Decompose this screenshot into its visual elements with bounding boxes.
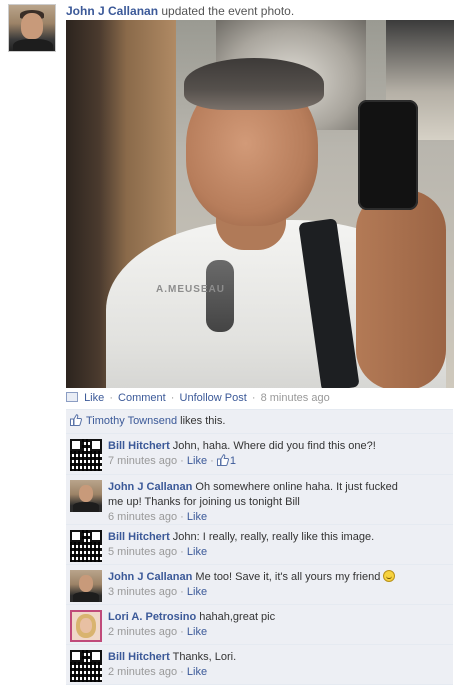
comment-body: John, haha. Where did you find this one?… [172, 440, 376, 452]
comment-body: Oh somewhere online haha. It just fucked [195, 481, 398, 493]
comment-meta: 6 minutes ago · Like [108, 511, 208, 523]
feedback-box: Timothy Townsend likes this. Bill Hitche… [66, 409, 453, 685]
story-headline: John J Callanan updated the event photo. [66, 4, 294, 18]
comment-author-link[interactable]: John J Callanan [108, 481, 192, 493]
commenter-avatar[interactable] [70, 439, 102, 471]
photo-icon [66, 392, 78, 402]
comment-time[interactable]: 2 minutes ago [108, 666, 177, 678]
thumbs-up-icon [70, 414, 82, 426]
comment-body: Thanks, Lori. [172, 651, 237, 663]
comment-time[interactable]: 3 minutes ago [108, 586, 177, 598]
commenter-avatar[interactable] [70, 530, 102, 562]
story-action-text: updated the event photo. [161, 4, 295, 18]
comment-item: Lori A. Petrosino hahah,great pic 2 minu… [66, 605, 453, 645]
story-avatar[interactable] [8, 4, 56, 52]
comment-body-continued: me up! Thanks for joining us tonight Bil… [108, 496, 300, 508]
photo-sunglasses [206, 260, 234, 332]
comment-like-link[interactable]: Like [187, 455, 207, 467]
commenter-avatar[interactable] [70, 650, 102, 682]
comment-body: Me too! Save it, it's all yours my frien… [195, 571, 381, 583]
comment-meta: 2 minutes ago · Like [108, 666, 208, 678]
comment-time[interactable]: 6 minutes ago [108, 511, 177, 523]
comment-time[interactable]: 7 minutes ago [108, 455, 177, 467]
like-link[interactable]: Like [84, 392, 104, 404]
comment-author-link[interactable]: Lori A. Petrosino [108, 611, 196, 623]
thumbs-up-icon [216, 454, 229, 466]
comment-time[interactable]: 2 minutes ago [108, 626, 177, 638]
qr-avatar-icon [70, 530, 102, 562]
event-photo[interactable]: A.MEUSEAU [66, 20, 454, 388]
comment-item: Bill Hitchert John: I really, really, re… [66, 525, 453, 565]
story-actions: Like · Comment · Unfollow Post · 8 minut… [66, 392, 330, 404]
john-avatar-icon [70, 570, 102, 602]
unfollow-post-link[interactable]: Unfollow Post [180, 392, 247, 404]
comment-author-link[interactable]: Bill Hitchert [108, 440, 170, 452]
comment-like-count[interactable]: 1 [230, 455, 236, 467]
comment-link[interactable]: Comment [118, 392, 166, 404]
story-timestamp[interactable]: 8 minutes ago [261, 392, 330, 404]
comment-author-link[interactable]: Bill Hitchert [108, 531, 170, 543]
smiley-emoticon-icon [383, 570, 396, 582]
comment-item: John J Callanan Oh somewhere online haha… [66, 475, 453, 525]
comment-meta: 7 minutes ago · Like · 1 [108, 454, 236, 467]
commenter-avatar[interactable] [70, 480, 102, 512]
comment-body: hahah,great pic [199, 611, 276, 623]
comment-like-link[interactable]: Like [187, 511, 207, 523]
commenter-avatar[interactable] [70, 610, 102, 642]
separator: · [170, 392, 175, 404]
comment-author-link[interactable]: John J Callanan [108, 571, 192, 583]
photo-phone [358, 100, 418, 210]
qr-avatar-icon [70, 439, 102, 471]
comment-item: Bill Hitchert Thanks, Lori. 2 minutes ag… [66, 645, 453, 685]
comment-item: Bill Hitchert John, haha. Where did you … [66, 434, 453, 475]
avatar-face [21, 13, 43, 39]
liker-link[interactable]: Timothy Townsend [86, 415, 177, 427]
comment-meta: 5 minutes ago · Like [108, 546, 208, 558]
comment-meta: 2 minutes ago · Like [108, 626, 208, 638]
likes-suffix: likes this. [180, 415, 226, 427]
comment-like-link[interactable]: Like [187, 626, 207, 638]
comment-author-link[interactable]: Bill Hitchert [108, 651, 170, 663]
comment-item: John J Callanan Me too! Save it, it's al… [66, 565, 453, 605]
commenter-avatar[interactable] [70, 570, 102, 602]
separator: · [251, 392, 256, 404]
comment-like-link[interactable]: Like [187, 666, 207, 678]
comment-time[interactable]: 5 minutes ago [108, 546, 177, 558]
likes-summary: Timothy Townsend likes this. [66, 410, 453, 434]
comment-body: John: I really, really, really like this… [172, 531, 375, 543]
comment-meta: 3 minutes ago · Like [108, 586, 208, 598]
story-actor-link[interactable]: John J Callanan [66, 4, 158, 18]
comment-like-link[interactable]: Like [187, 546, 207, 558]
photo-shirt-text: A.MEUSEAU [156, 284, 226, 295]
photo-arm [356, 190, 446, 388]
photo-hair [184, 58, 324, 110]
lori-avatar-icon [70, 610, 102, 642]
john-avatar-icon [70, 480, 102, 512]
avatar-shirt [13, 39, 53, 51]
qr-avatar-icon [70, 650, 102, 682]
comment-like-link[interactable]: Like [187, 586, 207, 598]
separator: · [109, 392, 113, 404]
